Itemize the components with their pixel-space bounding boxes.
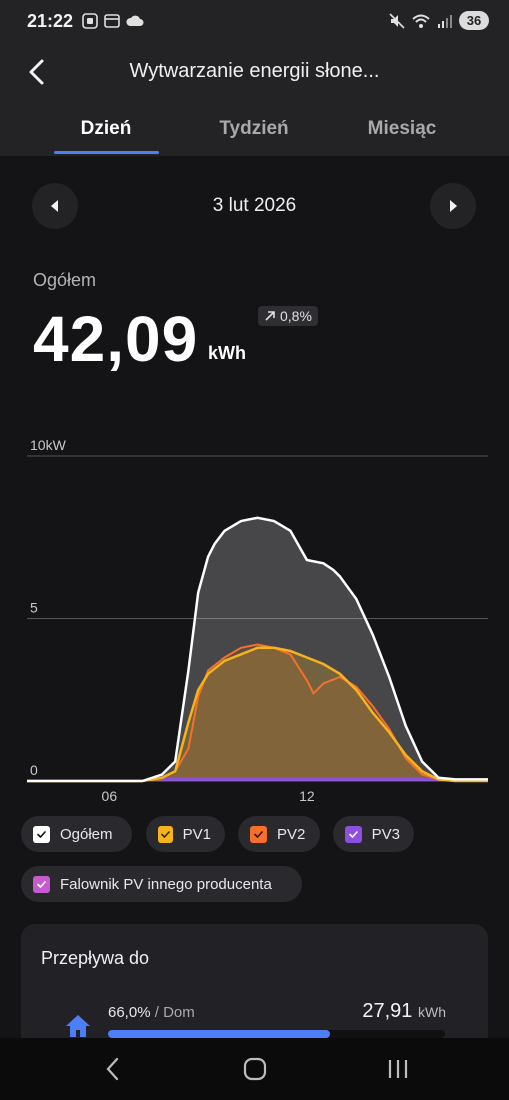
system-home-button[interactable] bbox=[243, 1056, 267, 1082]
flow-energy-value: 27,91 bbox=[362, 1000, 413, 1022]
status-system-icons: 36 bbox=[389, 11, 489, 30]
checkbox-icon bbox=[33, 825, 50, 843]
checkbox-icon bbox=[250, 825, 267, 843]
x-tick-label: 12 bbox=[299, 788, 315, 804]
total-label: Ogółem bbox=[33, 270, 97, 290]
signal-icon bbox=[438, 14, 452, 28]
tab-month[interactable]: Miesiąc bbox=[337, 118, 467, 140]
system-navigation-bar bbox=[0, 1038, 509, 1100]
legend-label: Ogółem bbox=[60, 825, 113, 843]
arrow-up-right-icon bbox=[265, 311, 275, 321]
status-bar: 21:22 36 bbox=[0, 0, 509, 44]
x-tick-label: 06 bbox=[102, 788, 118, 804]
calendar-icon bbox=[104, 14, 120, 28]
tab-day[interactable]: Dzień bbox=[41, 118, 171, 140]
period-tabs: Dzień Tydzień Miesiąc bbox=[0, 114, 509, 156]
caret-right-icon bbox=[450, 200, 457, 212]
date-navigator: 3 lut 2026 bbox=[0, 180, 509, 230]
flow-item-value: 27,91 kWh bbox=[362, 1000, 446, 1023]
tab-week[interactable]: Tydzień bbox=[189, 118, 319, 140]
flow-item-percent: 66,0% / Dom bbox=[108, 1004, 195, 1021]
checkbox-icon bbox=[345, 825, 362, 843]
flow-progress-fill bbox=[108, 1030, 331, 1038]
system-back-button[interactable] bbox=[104, 1056, 122, 1082]
status-notification-icons bbox=[82, 13, 144, 29]
active-tab-indicator bbox=[54, 151, 159, 154]
flow-target: Dom bbox=[163, 1004, 195, 1021]
y-tick-label: 10kW bbox=[30, 437, 67, 453]
home-icon bbox=[66, 1015, 90, 1037]
production-chart[interactable]: 10kW 5 0 06 12 bbox=[0, 430, 509, 810]
checkbox-icon bbox=[158, 825, 173, 843]
flow-progress-track bbox=[108, 1030, 445, 1038]
legend-chip-pv3[interactable]: PV3 bbox=[333, 816, 414, 852]
change-value: 0,8% bbox=[280, 308, 312, 324]
flow-percent-value: 66,0% bbox=[108, 1004, 151, 1021]
screenshot-icon bbox=[82, 13, 98, 29]
checkbox-icon bbox=[33, 875, 50, 893]
battery-indicator: 36 bbox=[459, 11, 489, 30]
total-unit: kWh bbox=[208, 343, 246, 363]
cloud-icon bbox=[126, 15, 144, 26]
total-value: 42,09 bbox=[33, 303, 199, 375]
legend-chip-third-party-inverter[interactable]: Falownik PV innego producenta bbox=[21, 866, 302, 902]
app-header: Wytwarzanie energii słone... Dzień Tydzi… bbox=[0, 44, 509, 156]
flow-title: Przepływa do bbox=[41, 948, 150, 968]
legend-chip-pv1[interactable]: PV1 bbox=[146, 816, 225, 852]
mute-icon bbox=[389, 12, 405, 29]
legend-chip-total[interactable]: Ogółem bbox=[21, 816, 132, 852]
legend-label: PV2 bbox=[277, 825, 306, 843]
chart-svg: 10kW 5 0 06 12 bbox=[27, 437, 488, 804]
legend-chip-pv2[interactable]: PV2 bbox=[238, 816, 320, 852]
wifi-icon bbox=[412, 14, 430, 28]
system-recents-button[interactable] bbox=[386, 1056, 410, 1082]
flow-energy-unit: kWh bbox=[418, 1004, 446, 1020]
y-tick-label: 5 bbox=[30, 600, 38, 616]
y-tick-label: 0 bbox=[30, 762, 38, 778]
status-time: 21:22 bbox=[27, 11, 74, 31]
next-date-button[interactable] bbox=[430, 183, 476, 229]
legend-label: Falownik PV innego producenta bbox=[60, 875, 272, 893]
page-title: Wytwarzanie energii słone... bbox=[129, 60, 380, 82]
legend-label: PV3 bbox=[371, 825, 400, 843]
change-badge: 0,8% bbox=[258, 306, 318, 326]
legend-label: PV1 bbox=[182, 825, 211, 843]
